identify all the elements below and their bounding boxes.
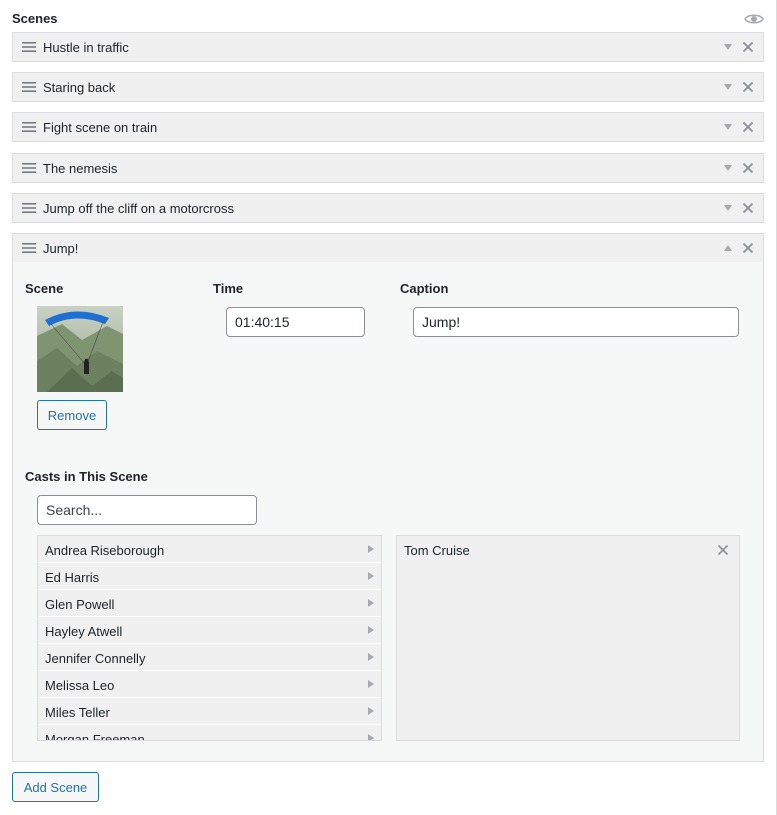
- arrow-right-icon: [368, 680, 374, 688]
- drag-handle-icon[interactable]: [22, 162, 36, 174]
- scenes-header: Scenes: [12, 10, 764, 28]
- chevron-up-icon[interactable]: [723, 244, 733, 252]
- scene-title: Staring back: [43, 80, 116, 95]
- close-icon[interactable]: [717, 544, 729, 556]
- selected-casts-list: Tom Cruise: [396, 535, 740, 741]
- close-icon[interactable]: [742, 162, 754, 174]
- scene-row-6[interactable]: Jump!: [12, 233, 764, 263]
- scene-row-4[interactable]: The nemesis: [12, 153, 764, 183]
- drag-handle-icon[interactable]: [22, 81, 36, 93]
- scene-row-5[interactable]: Jump off the cliff on a motorcross: [12, 193, 764, 223]
- drag-handle-icon[interactable]: [22, 41, 36, 53]
- close-icon[interactable]: [742, 202, 754, 214]
- scene-title: Fight scene on train: [43, 120, 158, 135]
- arrow-right-icon: [368, 734, 374, 740]
- list-item[interactable]: Hayley Atwell: [38, 617, 381, 644]
- list-item[interactable]: Miles Teller: [38, 698, 381, 725]
- paraglider-image: [37, 306, 123, 392]
- drag-handle-icon[interactable]: [22, 121, 36, 133]
- arrow-right-icon: [368, 707, 374, 715]
- caption-input[interactable]: [413, 307, 739, 337]
- eye-icon[interactable]: [744, 11, 764, 27]
- chevron-down-icon[interactable]: [723, 43, 733, 51]
- scene-title: Jump off the cliff on a motorcross: [43, 201, 234, 216]
- caption-label: Caption: [400, 281, 449, 296]
- selected-cast-item[interactable]: Tom Cruise: [397, 536, 739, 564]
- scene-row-3[interactable]: Fight scene on train: [12, 112, 764, 142]
- available-casts-list[interactable]: Andrea Riseborough Ed Harris Glen Powell…: [37, 535, 382, 741]
- remove-image-button[interactable]: Remove: [37, 400, 107, 430]
- scene-row-2[interactable]: Staring back: [12, 72, 764, 102]
- close-icon[interactable]: [742, 81, 754, 93]
- scene-label: Scene: [25, 281, 64, 296]
- section-title: Scenes: [12, 11, 58, 26]
- arrow-right-icon: [368, 626, 374, 634]
- arrow-right-icon: [368, 599, 374, 607]
- time-label: Time: [213, 281, 244, 296]
- list-item[interactable]: Jennifer Connelly: [38, 644, 381, 671]
- add-scene-button[interactable]: Add Scene: [12, 772, 99, 802]
- drag-handle-icon[interactable]: [22, 202, 36, 214]
- list-item[interactable]: Melissa Leo: [38, 671, 381, 698]
- arrow-right-icon: [368, 572, 374, 580]
- arrow-right-icon: [368, 653, 374, 661]
- time-input[interactable]: [226, 307, 365, 337]
- chevron-down-icon[interactable]: [723, 164, 733, 172]
- list-item[interactable]: Morgan Freeman: [38, 725, 381, 740]
- list-item[interactable]: Glen Powell: [38, 590, 381, 617]
- arrow-right-icon: [368, 545, 374, 553]
- scene-title: The nemesis: [43, 161, 118, 176]
- chevron-down-icon[interactable]: [723, 123, 733, 131]
- scene-thumbnail[interactable]: [37, 306, 123, 392]
- list-item[interactable]: Ed Harris: [38, 563, 381, 590]
- cast-search-input[interactable]: [37, 495, 257, 525]
- casts-label: Casts in This Scene: [25, 469, 148, 484]
- scene-row-1[interactable]: Hustle in traffic: [12, 32, 764, 62]
- scene-edit-panel: Scene Time Caption Remove Casts in This …: [12, 262, 764, 762]
- scene-title: Hustle in traffic: [43, 40, 129, 55]
- scene-title: Jump!: [43, 241, 79, 256]
- chevron-down-icon[interactable]: [723, 204, 733, 212]
- list-item[interactable]: Andrea Riseborough: [38, 536, 381, 563]
- chevron-down-icon[interactable]: [723, 83, 733, 91]
- drag-handle-icon[interactable]: [22, 242, 36, 254]
- close-icon[interactable]: [742, 242, 754, 254]
- close-icon[interactable]: [742, 41, 754, 53]
- close-icon[interactable]: [742, 121, 754, 133]
